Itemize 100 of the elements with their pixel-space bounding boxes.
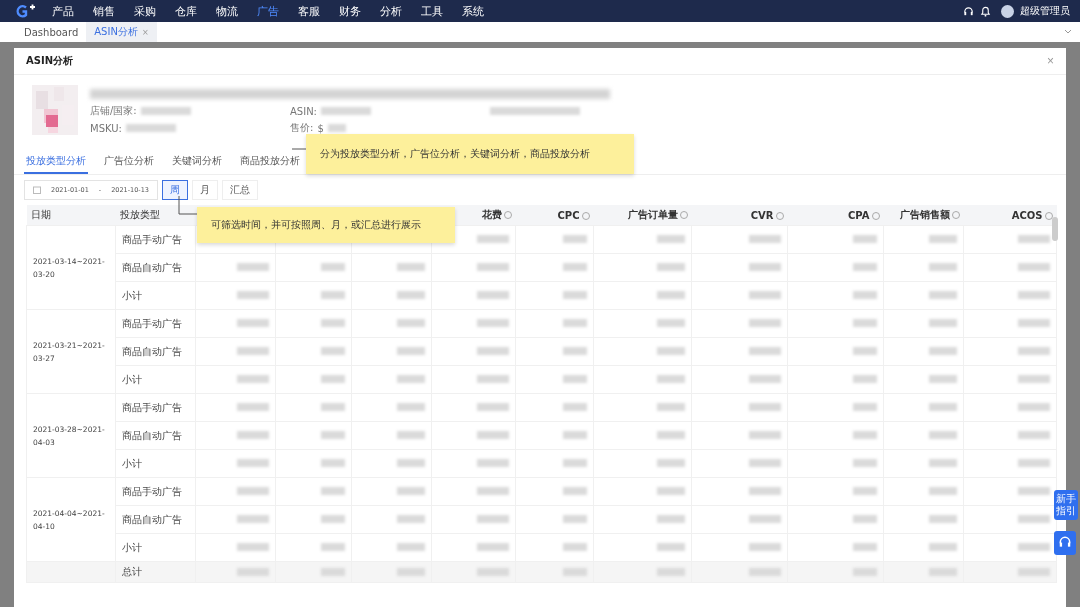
callout: 可筛选时间，并可按照周、月，或汇总进行展示 xyxy=(197,207,455,243)
redacted-value xyxy=(237,403,269,411)
field-label: 售价: xyxy=(290,121,314,135)
redacted-value xyxy=(1018,347,1050,355)
redacted-value xyxy=(477,375,509,383)
redacted-value xyxy=(657,459,685,467)
redacted-value xyxy=(929,487,957,495)
redacted-value xyxy=(321,567,345,576)
redacted-value xyxy=(397,263,425,271)
period-button[interactable]: 周 xyxy=(161,180,188,200)
redacted-value xyxy=(321,431,345,439)
redacted-value xyxy=(657,543,685,551)
nav-item[interactable]: 产品 xyxy=(52,3,93,19)
redacted-value xyxy=(853,347,877,355)
leader-line xyxy=(176,196,197,218)
nav-item[interactable]: 分析 xyxy=(380,3,421,19)
nav-item[interactable]: 客服 xyxy=(298,3,339,19)
nav-item[interactable]: 销售 xyxy=(93,3,134,19)
redacted-value xyxy=(237,567,269,576)
period-button[interactable]: 汇总 xyxy=(221,180,258,200)
redacted-value xyxy=(749,515,781,523)
redacted-value xyxy=(749,375,781,383)
field-value: $ xyxy=(317,122,324,134)
redacted-value xyxy=(397,347,425,355)
nav-item[interactable]: 仓库 xyxy=(175,3,216,19)
redacted-value xyxy=(397,431,425,439)
redacted-value xyxy=(237,487,269,495)
column-header: 广告订单量 xyxy=(593,205,692,226)
redacted-value xyxy=(237,347,269,355)
redacted-value xyxy=(321,375,345,383)
table-cell: 商品自动广告 xyxy=(115,421,196,450)
period-button[interactable]: 月 xyxy=(191,180,218,200)
user-name[interactable]: 超级管理员 xyxy=(1020,4,1070,18)
redacted-value xyxy=(749,319,781,327)
caret-icon[interactable] xyxy=(1064,29,1072,35)
redacted-value xyxy=(237,515,269,523)
redacted-value xyxy=(929,263,957,271)
redacted-value xyxy=(853,291,877,299)
tab[interactable]: 商品投放分析 xyxy=(238,151,302,174)
tab[interactable]: 关键词分析 xyxy=(170,151,224,174)
redacted-value xyxy=(749,291,781,299)
redacted-value xyxy=(749,263,781,271)
redacted-value xyxy=(1018,459,1050,467)
redacted-value xyxy=(853,515,877,523)
column-header: ACOS xyxy=(963,205,1057,226)
redacted-value xyxy=(321,319,345,327)
redacted-value xyxy=(237,291,269,299)
redacted-value xyxy=(237,263,269,271)
table-cell: 小计 xyxy=(115,533,196,562)
redacted-value xyxy=(321,291,345,299)
nav-item[interactable]: 物流 xyxy=(216,3,257,19)
redacted-value xyxy=(1018,543,1050,551)
redacted-value xyxy=(929,543,957,551)
redacted-value xyxy=(1018,319,1050,327)
redacted-value xyxy=(1018,263,1050,271)
redacted-value xyxy=(749,431,781,439)
redacted-value xyxy=(477,263,509,271)
tab[interactable]: 投放类型分析 xyxy=(24,151,88,174)
redacted-value xyxy=(237,543,269,551)
table-cell: 小计 xyxy=(115,281,196,310)
redacted-value xyxy=(477,319,509,327)
redacted-value xyxy=(749,235,781,243)
page-tab[interactable]: Dashboard xyxy=(16,23,87,41)
nav-item[interactable]: 广告 xyxy=(257,3,298,19)
redacted-value xyxy=(1018,235,1050,243)
redacted-value xyxy=(749,543,781,551)
headset-icon[interactable] xyxy=(963,5,974,17)
redacted-value xyxy=(929,375,957,383)
nav-item[interactable]: 采购 xyxy=(134,3,175,19)
redacted-value xyxy=(477,431,509,439)
redacted-value xyxy=(237,459,269,467)
nav-item[interactable]: 工具 xyxy=(421,3,462,19)
bell-icon[interactable] xyxy=(980,5,991,17)
redacted-value xyxy=(477,403,509,411)
page-tab[interactable]: ASIN分析 × xyxy=(86,22,157,42)
redacted-value xyxy=(563,515,587,523)
redacted-value xyxy=(397,403,425,411)
scrollbar[interactable] xyxy=(1052,217,1058,241)
redacted-value xyxy=(563,263,587,271)
support-button[interactable] xyxy=(1054,531,1076,555)
avatar[interactable] xyxy=(1001,4,1014,18)
guide-button[interactable]: 新手指引 xyxy=(1054,490,1078,520)
redacted-value xyxy=(563,319,587,327)
redacted-value xyxy=(563,459,587,467)
redacted-value xyxy=(321,107,371,115)
tab[interactable]: 广告位分析 xyxy=(102,151,156,174)
redacted-value xyxy=(929,459,957,467)
redacted-value xyxy=(749,403,781,411)
redacted-value xyxy=(397,567,425,576)
redacted-value xyxy=(563,567,587,576)
nav-item[interactable]: 财务 xyxy=(339,3,380,19)
redacted-value xyxy=(749,347,781,355)
redacted-value xyxy=(237,431,269,439)
redacted-value xyxy=(929,319,957,327)
redacted-value xyxy=(657,515,685,523)
nav-item[interactable]: 系统 xyxy=(462,3,503,19)
redacted-value xyxy=(563,375,587,383)
redacted-value xyxy=(1018,567,1050,576)
column-header: CPC xyxy=(515,205,594,226)
table-cell: 商品自动广告 xyxy=(115,505,196,534)
